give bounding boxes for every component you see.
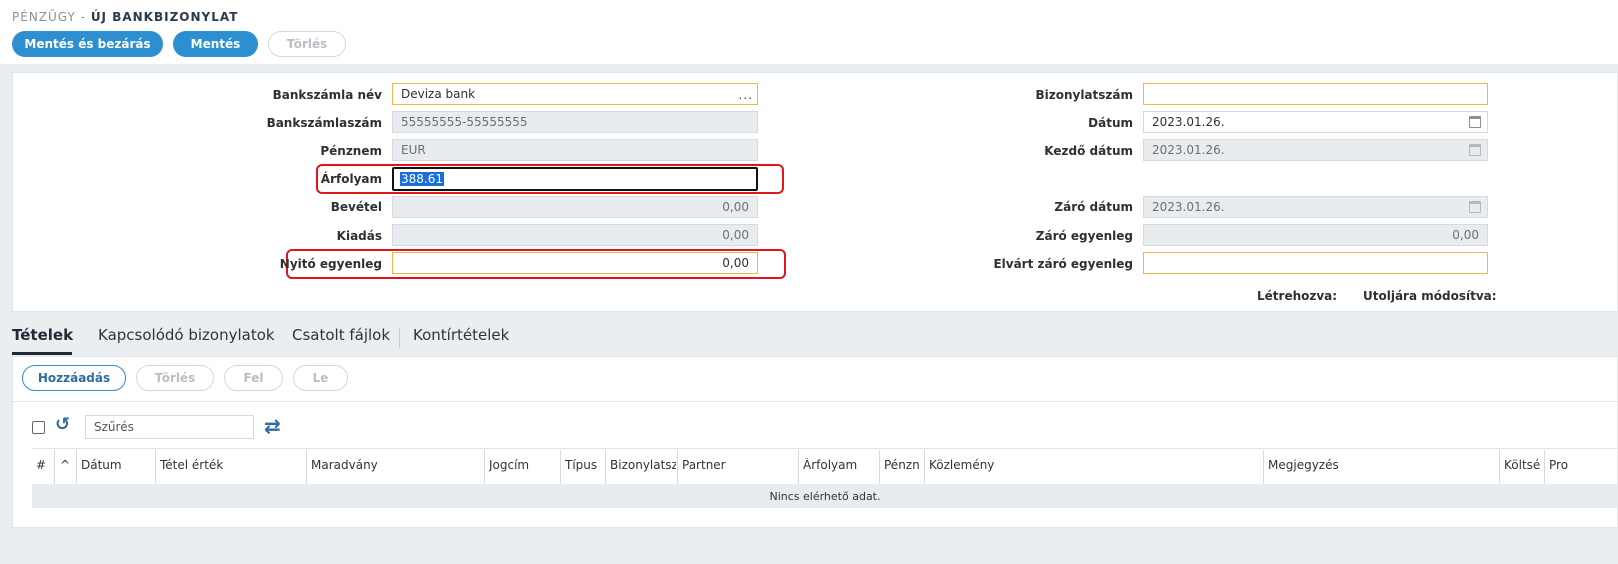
- opening-balance-field[interactable]: 0,00: [392, 252, 758, 274]
- bank-account-number-label: Bankszámlaszám: [266, 116, 382, 130]
- breadcrumb-prefix: PÉNZÜGY -: [12, 10, 86, 24]
- filter-input[interactable]: Szűrés: [85, 415, 254, 439]
- rate-value: 388.61: [400, 172, 444, 186]
- col-doc-number[interactable]: Bizonylatsz: [610, 458, 676, 472]
- col-separator: [560, 450, 561, 484]
- bank-account-name-field[interactable]: Deviza bank ...: [392, 83, 758, 105]
- col-separator: [76, 450, 77, 484]
- breadcrumb: PÉNZÜGY - ÚJ BANKBIZONYLAT: [12, 10, 238, 24]
- closing-balance-label: Záró egyenleg: [1035, 229, 1133, 243]
- save-button[interactable]: Mentés: [173, 31, 258, 57]
- tab-related-documents[interactable]: Kapcsolódó bizonylatok: [98, 326, 275, 344]
- calendar-icon: [1469, 201, 1481, 213]
- start-date-value: 2023.01.26.: [1152, 143, 1225, 157]
- expected-closing-field[interactable]: [1143, 252, 1488, 274]
- calendar-icon[interactable]: [1469, 116, 1481, 128]
- col-note[interactable]: Megjegyzés: [1268, 458, 1339, 472]
- opening-balance-label: Nyitó egyenleg: [279, 257, 382, 271]
- date-label: Dátum: [1088, 116, 1133, 130]
- col-currency[interactable]: Pénzn: [884, 458, 923, 472]
- form-panel: [12, 72, 1618, 312]
- move-up-button[interactable]: Fel: [224, 365, 283, 391]
- move-down-button[interactable]: Le: [293, 365, 348, 391]
- col-project[interactable]: Pro: [1549, 458, 1568, 472]
- col-separator: [605, 450, 606, 484]
- end-date-label: Záró dátum: [1054, 200, 1133, 214]
- col-separator: [798, 450, 799, 484]
- col-separator: [54, 450, 55, 484]
- end-date-value: 2023.01.26.: [1152, 200, 1225, 214]
- top-bar: PÉNZÜGY - ÚJ BANKBIZONYLAT Mentés és bez…: [0, 0, 1618, 64]
- delete-button[interactable]: Törlés: [268, 31, 346, 57]
- page-title: ÚJ BANKBIZONYLAT: [90, 10, 239, 24]
- rate-input[interactable]: 388.61: [392, 167, 758, 191]
- col-separator: [677, 450, 678, 484]
- tab-accounting-items[interactable]: Kontírtételek: [413, 326, 509, 344]
- start-date-label: Kezdő dátum: [1044, 144, 1133, 158]
- tab-attached-files[interactable]: Csatolt fájlok: [292, 326, 390, 344]
- tab-items[interactable]: Tételek: [12, 326, 73, 344]
- col-cost[interactable]: Költsé: [1504, 458, 1544, 472]
- col-date[interactable]: Dátum: [81, 458, 122, 472]
- tab-bar: Tételek Kapcsolódó bizonylatok Csatolt f…: [0, 318, 1618, 356]
- add-item-button[interactable]: Hozzáadás: [22, 365, 126, 391]
- col-sort[interactable]: ^: [60, 458, 70, 472]
- col-separator: [306, 450, 307, 484]
- col-partner[interactable]: Partner: [682, 458, 726, 472]
- bank-account-name-label: Bankszámla név: [272, 88, 382, 102]
- col-rate[interactable]: Árfolyam: [803, 458, 857, 472]
- doc-number-label: Bizonylatszám: [1035, 88, 1133, 102]
- swap-columns-icon[interactable]: ⇄: [264, 414, 281, 438]
- table-header-top-border: [32, 448, 1618, 449]
- date-value: 2023.01.26.: [1152, 115, 1225, 129]
- divider: [12, 401, 1618, 402]
- start-date-field: 2023.01.26.: [1143, 139, 1488, 161]
- save-and-close-button[interactable]: Mentés és bezárás: [12, 31, 163, 57]
- col-separator: [924, 450, 925, 484]
- empty-table-message: Nincs elérhető adat.: [32, 484, 1618, 508]
- tab-separator: [399, 328, 400, 348]
- closing-balance-field: 0,00: [1143, 224, 1488, 246]
- col-separator: [1499, 450, 1500, 484]
- calendar-icon: [1469, 144, 1481, 156]
- col-legal-title[interactable]: Jogcím: [489, 458, 529, 472]
- col-announcement[interactable]: Közlemény: [929, 458, 994, 472]
- expense-label: Kiadás: [336, 229, 382, 243]
- bank-account-number-field: 55555555-55555555: [392, 111, 758, 133]
- modified-label: Utoljára módosítva:: [1363, 289, 1497, 303]
- income-label: Bevétel: [330, 200, 382, 214]
- col-type[interactable]: Típus: [565, 458, 597, 472]
- currency-field: EUR: [392, 139, 758, 161]
- col-remainder[interactable]: Maradvány: [311, 458, 378, 472]
- bank-account-name-value: Deviza bank: [401, 87, 476, 101]
- more-icon[interactable]: ...: [739, 88, 753, 102]
- col-separator: [484, 450, 485, 484]
- doc-number-field[interactable]: [1143, 83, 1488, 105]
- col-item-value[interactable]: Tétel érték: [160, 458, 223, 472]
- income-field: 0,00: [392, 196, 758, 218]
- col-index[interactable]: #: [36, 458, 46, 472]
- expense-field: 0,00: [392, 224, 758, 246]
- col-separator: [1263, 450, 1264, 484]
- date-field[interactable]: 2023.01.26.: [1143, 111, 1488, 133]
- created-label: Létrehozva:: [1257, 289, 1338, 303]
- col-separator: [155, 450, 156, 484]
- rate-label: Árfolyam: [320, 172, 382, 186]
- delete-item-button[interactable]: Törlés: [136, 365, 214, 391]
- expected-closing-label: Elvárt záró egyenleg: [993, 257, 1133, 271]
- active-tab-indicator: [12, 352, 72, 355]
- end-date-field: 2023.01.26.: [1143, 196, 1488, 218]
- col-separator: [879, 450, 880, 484]
- refresh-icon[interactable]: ↺: [55, 414, 70, 435]
- col-separator: [1544, 450, 1545, 484]
- select-all-checkbox[interactable]: [32, 421, 45, 434]
- currency-label: Pénznem: [320, 144, 382, 158]
